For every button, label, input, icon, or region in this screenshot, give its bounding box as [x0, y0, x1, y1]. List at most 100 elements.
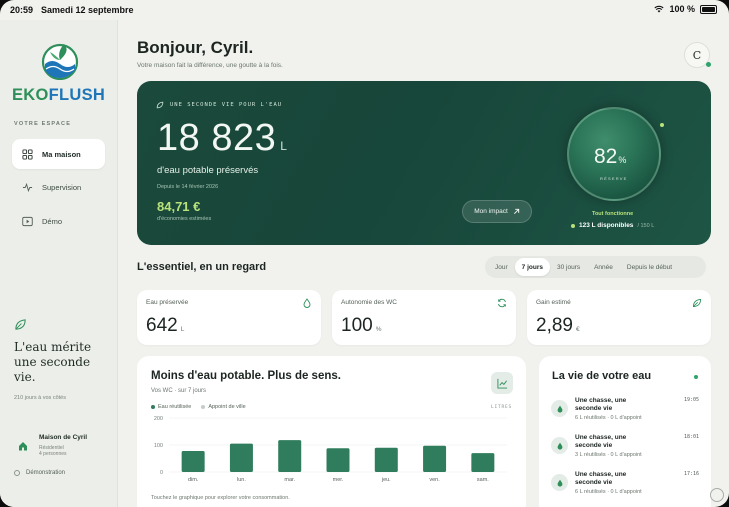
feed-item[interactable]: Une chasse, une seconde vie 3 L réutilis… — [551, 433, 701, 467]
nav-item-supervision[interactable]: Supervision — [12, 172, 105, 202]
kpi-autonomie-wc[interactable]: Autonomie des WC 100% — [332, 290, 516, 345]
legend-swatch — [201, 405, 206, 409]
bar[interactable] — [423, 445, 447, 472]
hero-kicker: UNE SECONDE VIE POUR L'EAU — [156, 101, 282, 109]
y-tick-label: 0 — [160, 470, 163, 476]
section-title: L'essentiel, en un regard — [137, 261, 267, 273]
bar[interactable] — [471, 453, 495, 472]
liters-value: 18 823 — [157, 117, 277, 159]
kpi-label: Autonomie des WC — [341, 299, 397, 306]
hero-card: UNE SECONDE VIE POUR L'EAU 18 823 L d'eau… — [137, 81, 711, 245]
reserve-percent-unit: % — [618, 155, 627, 165]
line-chart-icon — [496, 378, 507, 389]
money-saved: 84,71 € — [157, 199, 201, 214]
chart-subtitle: Vos WC · sur 7 jours — [151, 388, 207, 394]
assistive-touch-button[interactable] — [710, 488, 724, 502]
kpi-label: Gain estimé — [536, 299, 571, 306]
bar[interactable] — [181, 450, 205, 472]
page-title: Bonjour, Cyril. — [137, 38, 254, 57]
feed-item[interactable]: Une chasse, une seconde vie 6 L réutilis… — [551, 396, 701, 430]
kpi-number: 2,89 — [536, 315, 573, 336]
sidebar-quote: L'eau mérite une seconde vie. — [14, 340, 92, 384]
leaf-icon — [15, 319, 26, 330]
nav-item-demo[interactable]: Démo — [12, 206, 105, 236]
liters-desc: d'eau potable préservés — [157, 165, 259, 176]
live-dot — [694, 375, 698, 379]
period-30-jours[interactable]: 30 jours — [550, 258, 587, 276]
section-label: VOTRE ESPACE — [14, 121, 72, 127]
bar[interactable] — [326, 448, 350, 472]
period-jour[interactable]: Jour — [488, 258, 515, 276]
bar[interactable] — [229, 443, 253, 472]
orb-indicator-dot — [660, 123, 664, 127]
chart-view-button[interactable] — [491, 372, 513, 394]
kpi-eau-preservee[interactable]: Eau préservée 642 L — [137, 290, 321, 345]
kpi-gain-estime[interactable]: Gain estimé 2,89 € — [527, 290, 711, 345]
bar[interactable] — [278, 440, 302, 472]
nav-label: Ma maison — [42, 149, 81, 159]
drop-icon — [551, 400, 568, 417]
liters-unit: L — [280, 139, 288, 153]
page-subtitle: Votre maison fait la différence, une gou… — [137, 62, 283, 69]
kpi-value: 2,89 € — [536, 315, 580, 337]
kicker-text: UNE SECONDE VIE POUR L'EAU — [170, 102, 283, 108]
x-tick-label: dim. — [188, 477, 199, 483]
chart-hint: Touchez le graphique pour explorer votre… — [151, 495, 290, 501]
bar[interactable] — [374, 447, 398, 472]
period-7-jours[interactable]: 7 jours — [514, 258, 550, 276]
consumption-chart-card[interactable]: Moins d'eau potable. Plus de sens. Vos W… — [137, 356, 526, 507]
feed-item[interactable]: Une chasse, une seconde vie 6 L réutilis… — [551, 470, 701, 504]
chart-title: Moins d'eau potable. Plus de sens. — [151, 370, 341, 382]
kpi-number: 100 — [341, 315, 373, 336]
y-tick-label: 100 — [154, 443, 163, 449]
app-screen: 20:59 Samedi 12 septembre 100 % EKOFLUSH… — [0, 0, 729, 507]
system-status: Tout fonctionne — [592, 211, 634, 217]
nav-item-ma-maison[interactable]: Ma maison — [12, 139, 105, 169]
reserve-percent: 82% — [594, 145, 626, 169]
status-right: 100 % — [654, 4, 717, 14]
x-tick-label: mer. — [333, 477, 344, 483]
battery-icon — [700, 4, 717, 14]
money-desc: d'économies estimées — [157, 216, 212, 222]
available-water: 123 L disponibles / 150 L — [571, 222, 654, 229]
legend-label: Appoint de ville — [208, 404, 246, 410]
capacity-value: / 150 L — [637, 222, 655, 229]
kpi-number: 642 — [146, 315, 178, 336]
bar-chart[interactable]: 0 100 200 dim. lun. mar. mer. jeu. ven. sam. — [147, 414, 517, 490]
grid-icon — [22, 148, 33, 160]
legend-item: Appoint de ville — [201, 404, 246, 410]
status-time: 20:59 — [10, 5, 34, 15]
online-dot — [706, 62, 711, 67]
feed-item-title: Une chasse, une seconde vie — [575, 471, 627, 486]
nav-label: Supervision — [42, 182, 82, 192]
period-annee[interactable]: Année — [587, 258, 620, 276]
play-icon — [22, 216, 33, 226]
legend-item: Eau réutilisée — [151, 404, 191, 410]
x-tick-label: lun. — [237, 477, 246, 483]
days-together: 210 jours à vos côtés — [14, 395, 66, 401]
brand-name: EKOFLUSH — [12, 86, 105, 105]
feed-item-detail: 6 L réutilisés · 0 L d'appoint — [575, 415, 642, 421]
chart-legend: Eau réutilisée Appoint de ville — [151, 404, 246, 410]
home-card[interactable]: Maison de Cyril Résidentiel 4 personnes — [14, 430, 110, 460]
x-tick-label: ven. — [429, 477, 440, 483]
kpi-label: Eau préservée — [146, 299, 189, 306]
available-value: 123 L disponibles — [579, 222, 634, 229]
demo-toggle[interactable]: Démonstration — [14, 470, 65, 476]
reserve-label: RÉSERVE — [600, 176, 628, 181]
leaf-icon — [156, 101, 164, 109]
demo-label: Démonstration — [26, 470, 66, 476]
brand-part-flush: FLUSH — [48, 86, 106, 104]
chart-units: LITRES — [491, 405, 513, 410]
sidebar: EKOFLUSH VOTRE ESPACE Ma maison Supervis… — [0, 20, 118, 507]
pulse-icon — [22, 182, 33, 192]
kpi-unit: % — [375, 326, 382, 333]
y-tick-label: 200 — [154, 416, 163, 422]
impact-button[interactable]: Mon impact — [462, 200, 532, 223]
feed-item-detail: 6 L réutilisés · 0 L d'appoint — [575, 489, 642, 495]
kpi-unit: € — [575, 326, 580, 333]
home-name: Maison de Cyril — [39, 434, 88, 441]
feed-item-title: Une chasse, une seconde vie — [575, 397, 627, 412]
drop-icon — [551, 437, 568, 454]
period-depuis-debut[interactable]: Depuis le début — [620, 258, 679, 276]
